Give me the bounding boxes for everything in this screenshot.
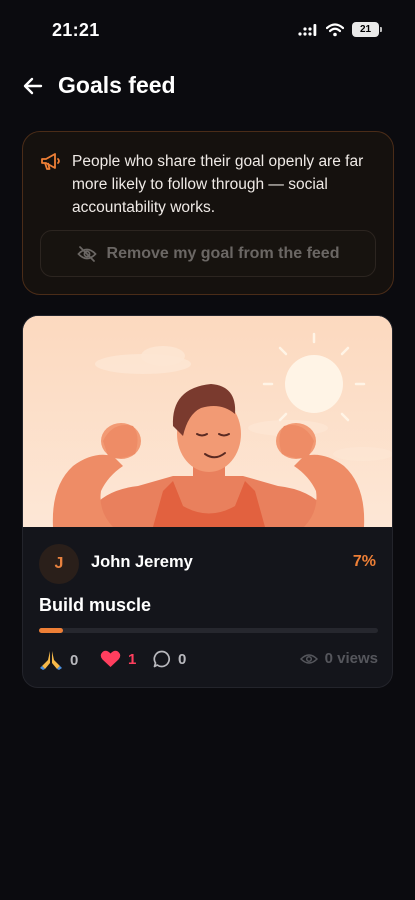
comment-button[interactable]: 0 [153, 650, 186, 668]
views-indicator: 0 views [299, 650, 378, 667]
comment-count: 0 [178, 650, 187, 668]
goal-card[interactable]: J John Jeremy 7% Build muscle 0 1 0 0 vi… [22, 315, 393, 688]
page-title: Goals feed [58, 72, 176, 98]
goal-illustration [23, 316, 392, 527]
back-button[interactable] [20, 74, 46, 98]
back-arrow-icon [23, 77, 43, 95]
heart-icon [100, 650, 121, 667]
pray-count: 0 [70, 651, 79, 669]
eye-icon [299, 653, 318, 664]
views-count: 0 views [324, 650, 378, 667]
remove-goal-label: Remove my goal from the feed [106, 244, 340, 262]
remove-goal-button[interactable]: Remove my goal from the feed [40, 230, 376, 277]
notice-card: People who share their goal openly are f… [22, 131, 394, 295]
megaphone-icon [41, 153, 60, 170]
signal-icon [298, 23, 317, 36]
header: Goals feed [0, 64, 415, 108]
like-count: 1 [128, 650, 137, 668]
like-button[interactable]: 1 [100, 650, 136, 668]
pray-icon [40, 651, 62, 670]
wifi-icon [326, 22, 344, 36]
status-icons: 21 [298, 22, 382, 37]
avatar[interactable]: J [39, 544, 79, 584]
comment-icon [153, 650, 171, 668]
progress-bar [39, 628, 378, 633]
goal-title: Build muscle [39, 595, 152, 615]
progress-fill [39, 628, 63, 633]
user-name[interactable]: John Jeremy [91, 553, 193, 572]
eye-off-icon [76, 245, 97, 262]
notice-text: People who share their goal openly are f… [72, 153, 364, 216]
reaction-bar: 0 1 0 0 views [39, 650, 378, 672]
progress-percent: 7% [352, 553, 376, 570]
status-bar: 21:21 21 [0, 0, 415, 64]
status-time: 21:21 [52, 20, 100, 40]
battery-icon: 21 [352, 22, 382, 37]
pray-reaction-button[interactable]: 0 [39, 650, 78, 670]
